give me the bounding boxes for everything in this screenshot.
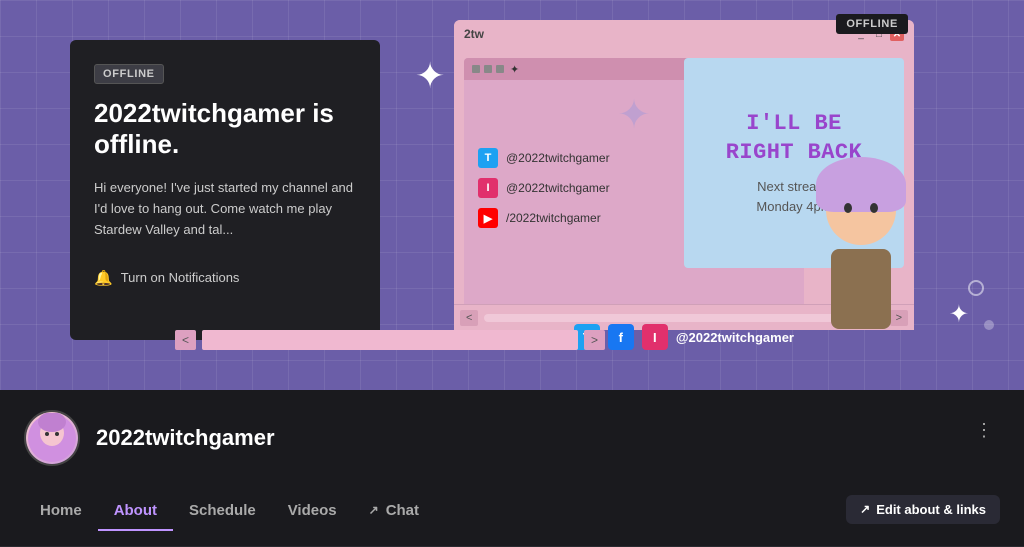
nav-tabs: Home About Schedule Videos ↗ Chat ↗ Edit… xyxy=(0,478,1024,547)
tab-about[interactable]: About xyxy=(98,494,173,531)
twitter-icon: T xyxy=(478,148,498,168)
twitter-handle: @2022twitchgamer xyxy=(506,151,610,165)
edit-arrow-icon: ↗ xyxy=(860,502,870,516)
star-decoration: ✦ xyxy=(617,93,651,137)
banner-social-links: T f I @2022twitchgamer xyxy=(574,324,794,350)
sparkle-icon-1: ✦ xyxy=(415,55,445,97)
char-body xyxy=(831,249,891,329)
inner-window-controls xyxy=(472,65,504,73)
notifications-button[interactable]: 🔔 Turn on Notifications xyxy=(94,269,356,287)
circle-decoration-2 xyxy=(984,320,994,330)
char-eye-left xyxy=(844,203,852,213)
tab-schedule[interactable]: Schedule xyxy=(173,494,272,531)
banner-instagram-icon[interactable]: I xyxy=(642,324,668,350)
left-scrollbar[interactable]: < > xyxy=(175,330,605,350)
tab-home[interactable]: Home xyxy=(24,494,98,531)
banner: OFFLINE OFFLINE 2022twitchgamer is offli… xyxy=(0,0,1024,390)
offline-card: OFFLINE 2022twitchgamer is offline. Hi e… xyxy=(70,40,380,340)
inner-dot-1 xyxy=(472,65,480,73)
circle-decoration-1 xyxy=(968,280,984,296)
scroll-left[interactable]: < xyxy=(460,310,478,326)
left-scroll-next[interactable]: > xyxy=(584,330,605,350)
offline-title: 2022twitchgamer is offline. xyxy=(94,98,356,160)
offline-desc: Hi everyone! I've just started my channe… xyxy=(94,178,356,240)
youtube-handle: /2022twitchgamer xyxy=(506,211,601,225)
character-avatar xyxy=(806,175,916,355)
banner-social-handle: @2022twitchgamer xyxy=(676,330,794,345)
more-options-button[interactable]: ⋮ xyxy=(968,414,1000,446)
instagram-icon: I xyxy=(478,178,498,198)
instagram-handle: @2022twitchgamer xyxy=(506,181,610,195)
edit-links-label: Edit about & links xyxy=(876,502,986,517)
external-link-icon: ↗ xyxy=(369,503,379,517)
browser-title: 2tw xyxy=(464,27,484,41)
notifications-label: Turn on Notifications xyxy=(121,270,240,285)
char-eye-right xyxy=(870,203,878,213)
edit-about-links-button[interactable]: ↗ Edit about & links xyxy=(846,495,1000,524)
top-offline-badge: OFFLINE xyxy=(836,14,908,34)
banner-facebook-icon[interactable]: f xyxy=(608,324,634,350)
channel-name: 2022twitchgamer xyxy=(96,425,952,451)
channel-row: 2022twitchgamer ⋮ xyxy=(0,390,1024,466)
inner-dot-2 xyxy=(484,65,492,73)
inner-dot-3 xyxy=(496,65,504,73)
tab-chat[interactable]: ↗ Chat xyxy=(353,494,435,531)
tab-videos[interactable]: Videos xyxy=(272,494,353,531)
inner-title-text: ✦ xyxy=(510,63,519,76)
avatar-svg xyxy=(27,413,77,463)
bell-icon: 🔔 xyxy=(94,269,113,287)
channel-bar: 2022twitchgamer ⋮ Home About Schedule Vi… xyxy=(0,390,1024,547)
youtube-icon: ▶ xyxy=(478,208,498,228)
char-head xyxy=(826,175,896,245)
avatar xyxy=(24,410,80,466)
sparkle-icon-2: ✦ xyxy=(949,300,969,329)
left-scroll-prev[interactable]: < xyxy=(175,330,196,350)
char-hair xyxy=(816,157,906,212)
left-scroll-track[interactable] xyxy=(202,330,578,350)
offline-badge: OFFLINE xyxy=(94,64,164,84)
avatar-image xyxy=(26,412,78,464)
